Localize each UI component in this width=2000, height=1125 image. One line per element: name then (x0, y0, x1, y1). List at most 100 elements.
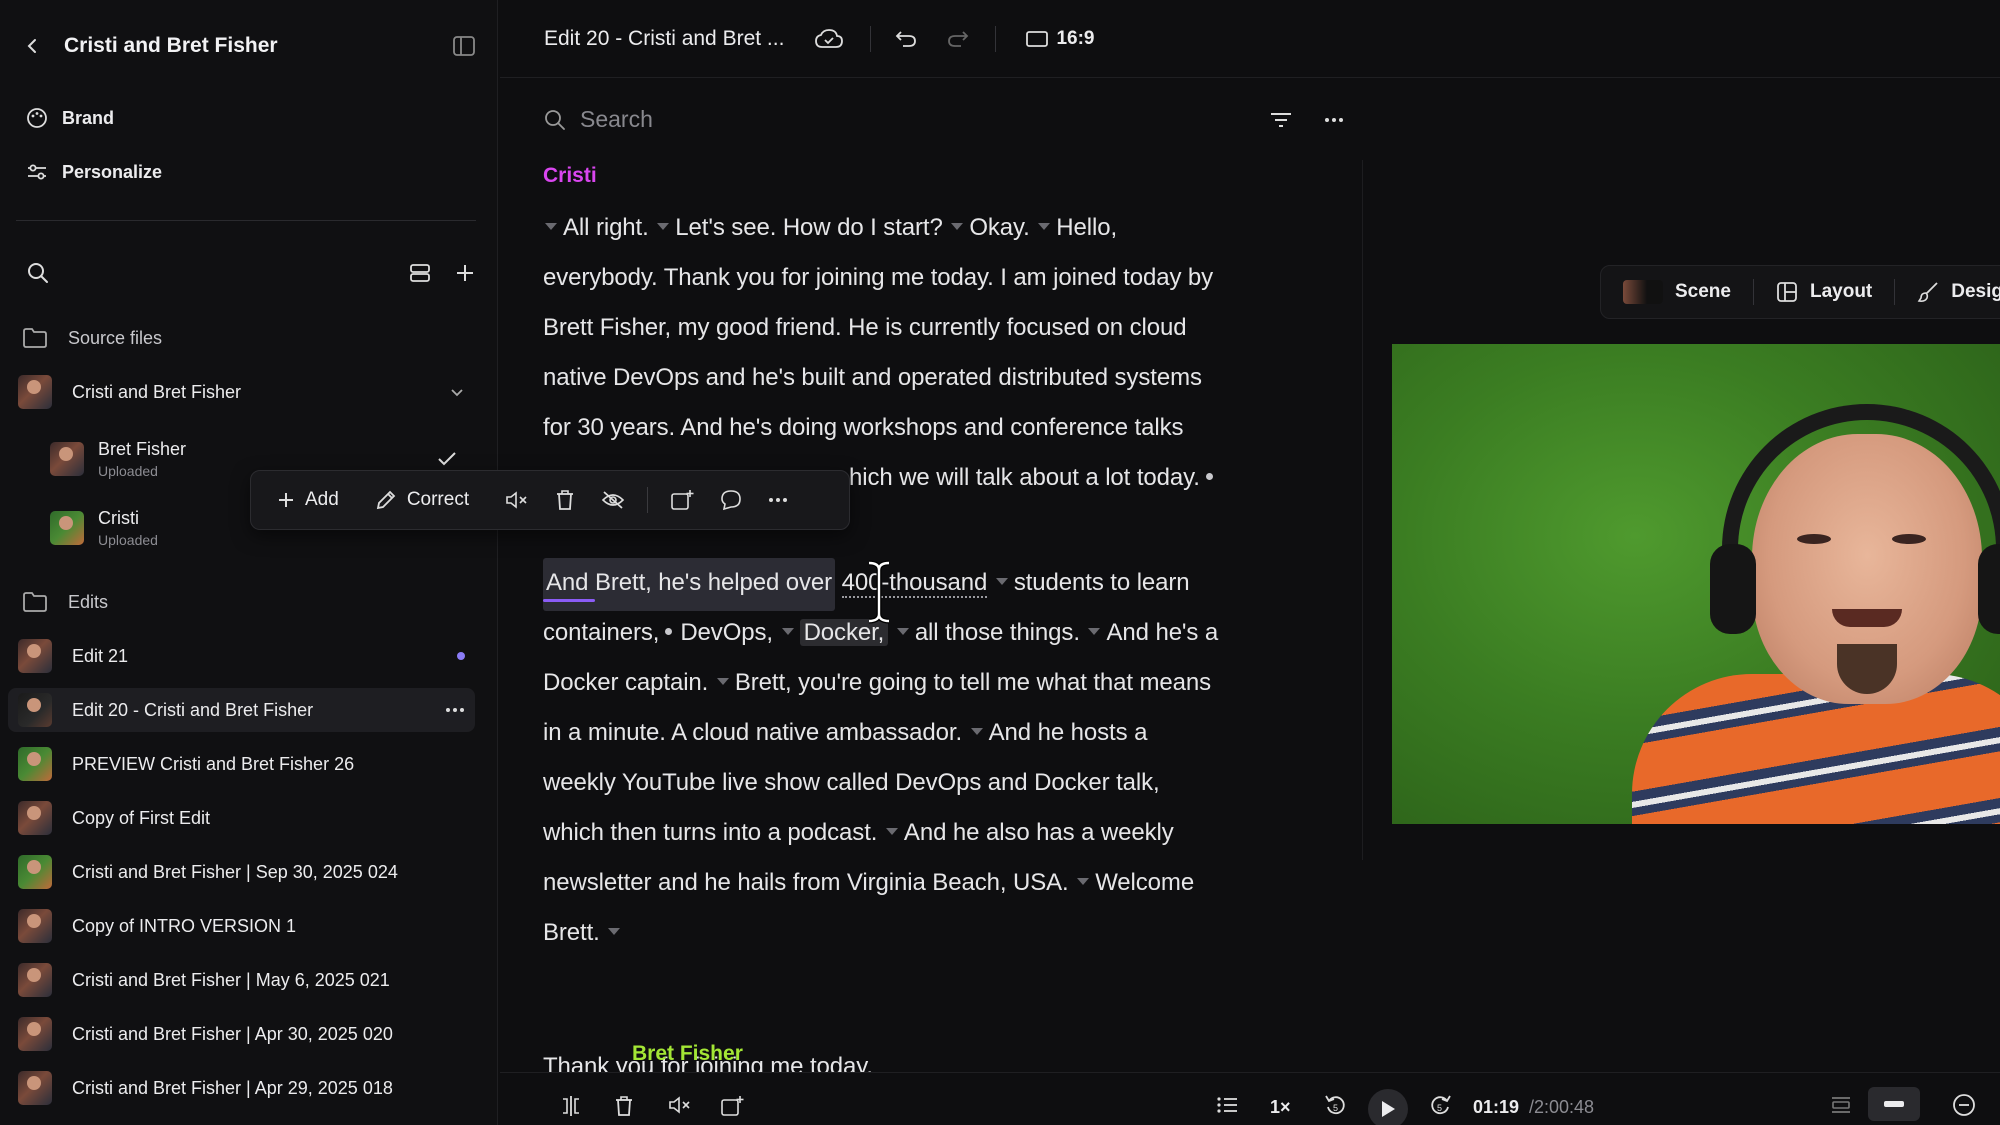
pause-marker[interactable] (608, 928, 621, 936)
undo-icon[interactable] (895, 29, 917, 49)
redo-icon[interactable] (947, 29, 969, 49)
tab-scene[interactable]: Scene (1623, 280, 1731, 304)
pause-marker[interactable] (657, 223, 670, 231)
mute-icon[interactable] (668, 1095, 692, 1115)
transcript-text[interactable]: Brett Fisher, my good friend. He is curr… (543, 303, 1333, 353)
transcript-text[interactable]: hich we will talk about a lot today. (849, 464, 1200, 491)
transcript-text[interactable]: which then turns into a podcast. (543, 819, 877, 846)
transcript-text[interactable]: 400-thousand (841, 569, 987, 598)
speaker-label-bret[interactable]: Bret Fisher (632, 1042, 743, 1066)
pause-marker[interactable] (951, 223, 964, 231)
edit-item[interactable]: PREVIEW Cristi and Bret Fisher 26 (18, 742, 475, 786)
transcript-paragraph[interactable]: All right. Let's see. How do I start? Ok… (543, 203, 1333, 503)
more-horizontal-icon[interactable] (768, 497, 788, 503)
play-button[interactable] (1368, 1089, 1408, 1125)
trash-icon[interactable] (555, 489, 575, 511)
plus-icon[interactable] (455, 263, 475, 283)
edit-item[interactable]: Cristi and Bret Fisher | Sep 30, 2025 02… (18, 850, 475, 894)
aspect-ratio-icon[interactable] (1026, 30, 1049, 48)
zoom-out-icon[interactable] (1952, 1093, 1976, 1117)
add-button[interactable]: Add (277, 489, 339, 511)
transcript-text[interactable]: And he also has a weekly (904, 819, 1174, 846)
edit-item[interactable]: Cristi and Bret Fisher | Apr 29, 2025 01… (18, 1066, 475, 1110)
correct-button[interactable]: Correct (375, 489, 469, 511)
aspect-ratio-value[interactable]: 16:9 (1056, 28, 1094, 50)
transcript-text[interactable]: newsletter and he hails from Virginia Be… (543, 869, 1069, 896)
transcript-text[interactable]: Brett. (543, 919, 600, 946)
add-media-icon[interactable] (670, 489, 694, 511)
mute-icon[interactable] (505, 490, 529, 510)
view-stack-icon[interactable] (1830, 1095, 1852, 1115)
edit-item[interactable]: Cristi and Bret Fisher | May 6, 2025 021 (18, 958, 475, 1002)
edit-item[interactable]: Cristi and Bret Fisher | Apr 30, 2025 02… (18, 1012, 475, 1056)
bullet-marker[interactable] (1205, 473, 1213, 481)
transcript-text[interactable]: all those things. (915, 619, 1080, 646)
pause-marker[interactable] (716, 678, 729, 686)
tab-layout[interactable]: Layout (1776, 281, 1872, 303)
pause-marker[interactable] (1088, 628, 1101, 636)
document-title[interactable]: Edit 20 - Cristi and Bret ... (544, 27, 784, 51)
speaker-label-cristi[interactable]: Cristi (543, 164, 597, 188)
sidebar-item-personalize[interactable]: Personalize (26, 154, 162, 190)
search-icon[interactable] (26, 261, 50, 285)
transcript-text[interactable]: containers, (543, 619, 659, 646)
selected-text[interactable]: And Brett, he's helped over (543, 558, 836, 611)
pause-marker[interactable] (885, 828, 898, 836)
transcript-text[interactable]: Brett, you're going to tell me what that… (735, 669, 1211, 696)
pause-marker[interactable] (970, 728, 983, 736)
list-icon[interactable] (1216, 1095, 1238, 1115)
transcript-text[interactable]: for 30 years. And he's doing workshops a… (543, 403, 1333, 453)
pause-marker[interactable] (995, 578, 1008, 586)
trash-icon[interactable] (614, 1095, 634, 1117)
skip-back-icon[interactable]: 5 (1324, 1093, 1348, 1117)
pause-marker[interactable] (1077, 878, 1090, 886)
stack-icon[interactable] (409, 262, 431, 284)
bullet-marker[interactable] (665, 628, 673, 636)
view-collapsed-icon[interactable] (1868, 1087, 1920, 1121)
transcript-text[interactable]: in a minute. A cloud native ambassador. (543, 719, 962, 746)
split-icon[interactable] (560, 1095, 582, 1117)
transcript-paragraph-selected[interactable]: And Brett, he's helped over 400-thousand… (543, 558, 1333, 958)
pause-marker[interactable] (896, 628, 909, 636)
search-input[interactable]: Search (580, 106, 653, 133)
transcript-text[interactable]: All right. (563, 214, 649, 241)
edits-folder[interactable]: Edits (22, 585, 108, 619)
transcript-text[interactable]: Okay. (969, 214, 1030, 241)
eye-off-icon[interactable] (601, 490, 625, 510)
chevron-down-icon[interactable] (449, 384, 465, 400)
sidebar-collapse-icon[interactable] (453, 36, 475, 56)
comment-icon[interactable] (720, 489, 742, 511)
pause-marker[interactable] (1038, 223, 1051, 231)
source-group-item[interactable]: Cristi and Bret Fisher (18, 370, 475, 414)
transcript-text[interactable]: And he hosts a (989, 719, 1148, 746)
transcript-text[interactable]: And he's a (1106, 619, 1218, 646)
playback-speed[interactable]: 1× (1270, 1097, 1291, 1118)
transcript-text[interactable]: Let's see. How do I start? (675, 214, 943, 241)
transcript-text[interactable]: students to learn (1014, 569, 1190, 596)
skip-forward-icon[interactable]: 5 (1428, 1093, 1452, 1117)
source-files-folder[interactable]: Source files (22, 321, 162, 355)
transcript-text[interactable]: everybody. Thank you for joining me toda… (543, 253, 1333, 303)
transcript-text[interactable]: Welcome (1095, 869, 1194, 896)
transcript-text[interactable]: Docker captain. (543, 669, 708, 696)
sidebar-item-brand[interactable]: Brand (26, 100, 114, 136)
edit-item[interactable]: Edit 21 (18, 634, 475, 678)
cloud-sync-icon[interactable] (814, 28, 844, 50)
edit-item-active[interactable]: Edit 20 - Cristi and Bret Fisher (8, 688, 475, 732)
add-media-icon[interactable] (720, 1095, 744, 1117)
more-horizontal-icon[interactable] (445, 707, 465, 713)
transcript-search[interactable]: Search (544, 106, 1344, 133)
edit-item[interactable]: Copy of INTRO VERSION 1 (18, 904, 475, 948)
edit-item[interactable]: Copy of First Edit (18, 796, 475, 840)
pause-marker[interactable] (781, 628, 794, 636)
more-horizontal-icon[interactable] (1324, 117, 1344, 123)
pause-marker[interactable] (545, 223, 557, 231)
tab-design[interactable]: Desig (1917, 281, 2000, 303)
transcript-text[interactable]: Hello, (1056, 214, 1117, 241)
video-preview[interactable] (1392, 344, 2000, 824)
transcript-text[interactable]: native DevOps and he's built and operate… (543, 353, 1333, 403)
filter-icon[interactable] (1270, 111, 1292, 129)
transcript-text[interactable]: DevOps, (680, 619, 773, 646)
transcript-text[interactable]: weekly YouTube live show called DevOps a… (543, 758, 1333, 808)
chevron-left-icon[interactable] (24, 37, 42, 55)
